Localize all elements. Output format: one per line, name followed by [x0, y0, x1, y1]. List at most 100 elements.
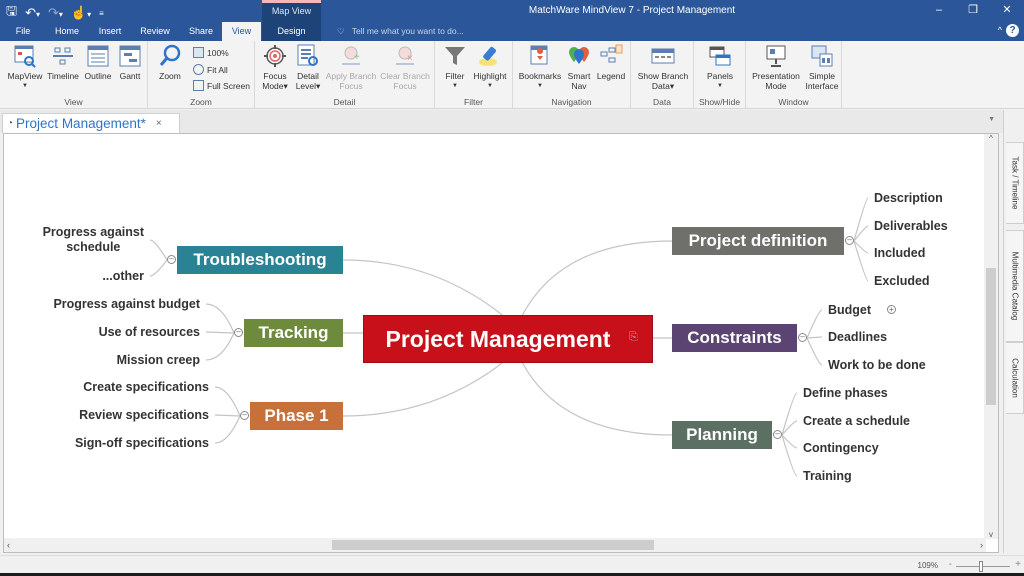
- document-tab[interactable]: ◔ Project Management* ×: [2, 113, 180, 133]
- zoom-in-icon[interactable]: +: [1015, 559, 1021, 570]
- tab-file[interactable]: File: [5, 22, 41, 41]
- branch-topic[interactable]: Constraints: [672, 324, 797, 352]
- restore-button[interactable]: ❐: [956, 0, 990, 22]
- subtopic[interactable]: Review specifications: [79, 408, 209, 422]
- outline-button[interactable]: Outline: [82, 44, 114, 81]
- vertical-scroll-thumb[interactable]: [986, 268, 996, 405]
- multimedia-catalog-tab[interactable]: Multimedia Catalog: [1006, 230, 1024, 342]
- subtopic[interactable]: Deliverables: [874, 219, 948, 233]
- expand-branch-icon[interactable]: +: [887, 305, 896, 314]
- horizontal-scrollbar[interactable]: ‹ ›: [4, 538, 986, 552]
- tell-me-search[interactable]: ♡ Tell me what you want to do...: [337, 22, 464, 41]
- subtopic[interactable]: Sign-off specifications: [75, 436, 209, 450]
- zoom-slider[interactable]: [956, 561, 1010, 572]
- collapse-branch-icon[interactable]: –: [240, 411, 249, 420]
- subtopic[interactable]: Budget: [828, 303, 871, 317]
- timeline-button[interactable]: Timeline: [46, 44, 80, 81]
- subtopic[interactable]: Training: [803, 469, 852, 483]
- zoom-slider-thumb[interactable]: [979, 561, 983, 572]
- full-screen-button[interactable]: Full Screen: [193, 80, 250, 91]
- branch-topic[interactable]: Phase 1: [250, 402, 343, 430]
- collapse-ribbon-icon[interactable]: ^: [998, 25, 1002, 35]
- branch-topic[interactable]: Troubleshooting: [177, 246, 343, 274]
- subtopic[interactable]: Mission creep: [117, 353, 200, 367]
- collapse-branch-icon[interactable]: –: [167, 255, 176, 264]
- fit-all-icon: [193, 64, 204, 75]
- collapse-branch-icon[interactable]: –: [798, 333, 807, 342]
- branch-topic[interactable]: Project definition: [672, 227, 844, 255]
- mapview-button[interactable]: MapView ▼: [6, 44, 44, 91]
- tab-list-dropdown-icon[interactable]: ▼: [988, 116, 995, 123]
- subtopic[interactable]: Progress against budget: [53, 297, 200, 311]
- scroll-up-icon[interactable]: ^: [984, 134, 998, 143]
- legend-label: Legend: [596, 71, 626, 81]
- apply-branch-focus-label-2: Focus: [339, 81, 363, 91]
- subtopic[interactable]: Excluded: [874, 274, 930, 288]
- group-label-navigation: Navigation: [551, 97, 592, 107]
- close-button[interactable]: ✕: [990, 0, 1024, 22]
- detail-level-button[interactable]: Detail Level▾: [293, 44, 323, 91]
- subtopic-connector: [806, 309, 823, 339]
- zoom-100-button[interactable]: 100%: [193, 47, 229, 58]
- help-icon[interactable]: ?: [1006, 24, 1019, 37]
- zoom-button[interactable]: Zoom: [154, 44, 186, 81]
- map-pins-icon: [569, 47, 589, 64]
- subtopic[interactable]: Deadlines: [828, 330, 887, 344]
- subtopic[interactable]: Use of resources: [99, 325, 200, 339]
- central-topic[interactable]: Project Management: [363, 315, 653, 363]
- clear-branch-focus-button[interactable]: × Clear Branch Focus: [379, 44, 431, 91]
- task-timeline-tab[interactable]: Task / Timeline: [1006, 142, 1024, 224]
- subtopic[interactable]: ...other: [102, 269, 144, 283]
- apply-branch-focus-button[interactable]: + Apply Branch Focus: [325, 44, 377, 91]
- collapse-branch-icon[interactable]: –: [234, 328, 243, 337]
- show-branch-data-button[interactable]: Show Branch Data▾: [635, 44, 691, 91]
- close-tab-icon[interactable]: ×: [156, 118, 162, 129]
- tab-share[interactable]: Share: [180, 22, 222, 41]
- mind-map-canvas[interactable]: Project Management ⎘ Troubleshooting – Progr…: [3, 133, 999, 553]
- focus-mode-button[interactable]: Focus Mode▾: [259, 44, 291, 91]
- minimize-button[interactable]: –: [922, 0, 956, 22]
- subtopic[interactable]: Contingency: [803, 441, 879, 455]
- highlight-button[interactable]: Highlight ▼: [471, 44, 509, 91]
- subtopic[interactable]: Create a schedule: [803, 414, 910, 428]
- bookmarks-button[interactable]: Bookmarks ▼: [517, 44, 563, 91]
- zoom-out-icon[interactable]: -: [949, 559, 952, 570]
- branch-topic[interactable]: Tracking: [244, 319, 343, 347]
- svg-text:+: +: [354, 52, 360, 63]
- panels-button[interactable]: Panels ▼: [704, 44, 736, 91]
- gantt-button[interactable]: Gantt: [116, 44, 144, 81]
- scroll-right-icon[interactable]: ›: [980, 538, 983, 552]
- presentation-mode-button[interactable]: Presentation Mode: [750, 44, 802, 91]
- subtopic[interactable]: Create specifications: [83, 380, 209, 394]
- subtopic[interactable]: Included: [874, 246, 925, 260]
- legend-button[interactable]: Legend: [595, 44, 627, 81]
- simple-interface-button[interactable]: Simple Interface: [804, 44, 840, 91]
- tab-view[interactable]: View: [222, 22, 261, 41]
- collapse-branch-icon[interactable]: –: [845, 236, 854, 245]
- attachment-icon[interactable]: ⎘: [629, 331, 638, 344]
- branch-topic[interactable]: Planning: [672, 421, 772, 449]
- scroll-left-icon[interactable]: ‹: [7, 538, 10, 552]
- outline-icon: [87, 45, 109, 67]
- calculation-tab[interactable]: Calculation: [1006, 342, 1024, 414]
- horizontal-scroll-thumb[interactable]: [332, 540, 654, 550]
- tab-home[interactable]: Home: [47, 22, 87, 41]
- panels-icon: [709, 46, 731, 66]
- scroll-down-icon[interactable]: v: [984, 530, 998, 539]
- highlighter-icon: [479, 46, 497, 66]
- subtopic[interactable]: Progress against schedule: [43, 225, 144, 255]
- fit-all-button[interactable]: Fit All: [193, 64, 228, 75]
- simple-interface-label: Simple: [809, 71, 835, 81]
- subtopic[interactable]: Description: [874, 191, 943, 205]
- vertical-scrollbar[interactable]: ^ v: [984, 134, 998, 539]
- tab-review[interactable]: Review: [133, 22, 177, 41]
- filter-button[interactable]: Filter ▼: [441, 44, 469, 91]
- subtopic[interactable]: Define phases: [803, 386, 888, 400]
- gantt-label: Gantt: [119, 71, 141, 81]
- subtopic[interactable]: Work to be done: [828, 358, 926, 372]
- collapse-branch-icon[interactable]: –: [773, 430, 782, 439]
- tab-insert[interactable]: Insert: [90, 22, 130, 41]
- smart-nav-button[interactable]: Smart Nav: [565, 44, 593, 91]
- detail-level-label-2: Level▾: [295, 81, 321, 91]
- tab-design[interactable]: Design: [262, 22, 321, 41]
